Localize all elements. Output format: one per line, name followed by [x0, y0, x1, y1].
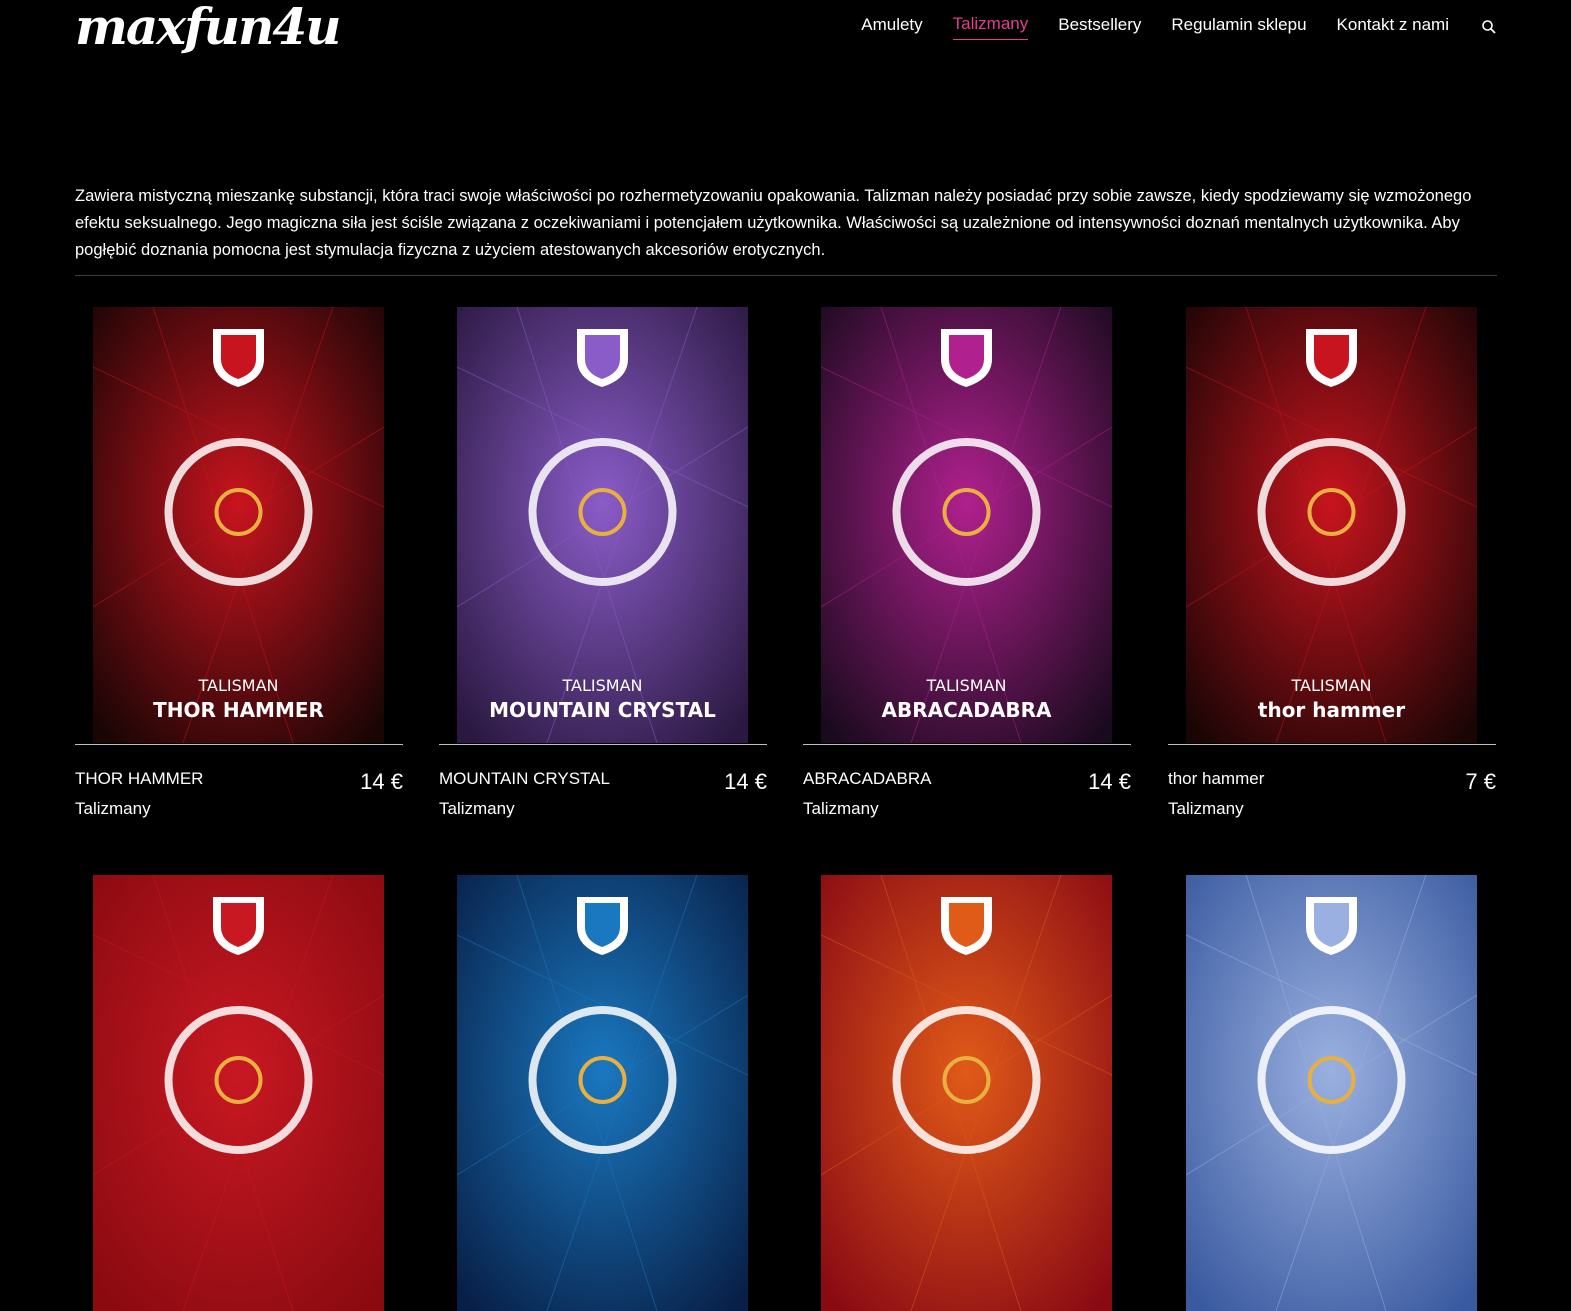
product-image[interactable]: TALISMAN ABRACADABRA [821, 307, 1112, 743]
category-description: Zawiera mistyczną mieszankę substancji, … [75, 186, 1472, 259]
image-label-name: THOR HAMMER [153, 698, 324, 722]
product-title[interactable]: MOUNTAIN CRYSTAL [439, 769, 610, 789]
nav-item-amulety[interactable]: Amulety [861, 15, 922, 40]
image-label-top: TALISMAN [562, 676, 643, 695]
product-price: 14 € [724, 769, 767, 794]
logo-text: maxfun4u [75, 0, 341, 56]
product-image[interactable]: TALISMAN thor hammer [1186, 307, 1477, 743]
product-title[interactable]: THOR HAMMER [75, 769, 203, 789]
product-category[interactable]: Talizmany [1168, 799, 1244, 819]
product-artwork: TALISMAN THOR HAMMER [93, 307, 384, 743]
search-icon[interactable] [1481, 19, 1497, 35]
product-image[interactable] [821, 875, 1112, 1311]
nav-item-regulamin[interactable]: Regulamin sklepu [1171, 15, 1306, 40]
card-divider [803, 744, 1131, 745]
product-category[interactable]: Talizmany [439, 799, 515, 819]
image-label-name: ABRACADABRA [882, 698, 1052, 722]
product-price: 7 € [1465, 769, 1496, 794]
nav-item-kontakt[interactable]: Kontakt z nami [1337, 15, 1449, 40]
product-artwork: TALISMAN ABRACADABRA [821, 307, 1112, 743]
product-price: 14 € [360, 769, 403, 794]
image-label-name: MOUNTAIN CRYSTAL [489, 698, 716, 722]
product-image[interactable]: TALISMAN THOR HAMMER [93, 307, 384, 743]
product-card[interactable] [1168, 875, 1496, 1311]
nav-item-talizmany[interactable]: Talizmany [952, 14, 1029, 40]
site-header: maxfun4u Amulety Talizmany Bestsellery R… [0, 0, 1571, 60]
image-label-name: thor hammer [1258, 698, 1405, 722]
card-divider [439, 744, 767, 745]
product-artwork [457, 875, 748, 1311]
product-title[interactable]: ABRACADABRA [803, 769, 931, 789]
card-divider [75, 744, 403, 745]
product-artwork: TALISMAN MOUNTAIN CRYSTAL [457, 307, 748, 743]
product-image[interactable] [93, 875, 384, 1311]
product-artwork [93, 875, 384, 1311]
product-image[interactable] [1186, 875, 1477, 1311]
main-nav: Amulety Talizmany Bestsellery Regulamin … [831, 14, 1497, 40]
product-category[interactable]: Talizmany [803, 799, 879, 819]
site-logo[interactable]: maxfun4u [75, 0, 341, 58]
product-image[interactable] [457, 875, 748, 1311]
product-price: 14 € [1088, 769, 1131, 794]
card-divider [1168, 744, 1496, 745]
product-card[interactable] [439, 875, 767, 1311]
nav-item-bestsellery[interactable]: Bestsellery [1058, 15, 1141, 40]
product-image[interactable]: TALISMAN MOUNTAIN CRYSTAL [457, 307, 748, 743]
product-title[interactable]: thor hammer [1168, 769, 1264, 789]
product-card[interactable]: TALISMAN thor hammer thor hammer 7 € Talizma… [1168, 307, 1496, 818]
product-card[interactable] [803, 875, 1131, 1311]
product-artwork [1186, 875, 1477, 1311]
product-artwork: TALISMAN thor hammer [1186, 307, 1477, 743]
product-card[interactable] [75, 875, 403, 1311]
product-card[interactable]: TALISMAN THOR HAMMER THOR HAMMER 14 € Talizm… [75, 307, 403, 818]
image-label-top: TALISMAN [198, 676, 279, 695]
product-card[interactable]: TALISMAN MOUNTAIN CRYSTAL MOUNTAIN CRYSTAL… [439, 307, 767, 818]
image-label-top: TALISMAN [926, 676, 1007, 695]
product-category[interactable]: Talizmany [75, 799, 151, 819]
product-card[interactable]: TALISMAN ABRACADABRA ABRACADABRA 14 € Talizm… [803, 307, 1131, 818]
section-divider [75, 275, 1497, 276]
product-artwork [821, 875, 1112, 1311]
image-label-top: TALISMAN [1291, 676, 1372, 695]
